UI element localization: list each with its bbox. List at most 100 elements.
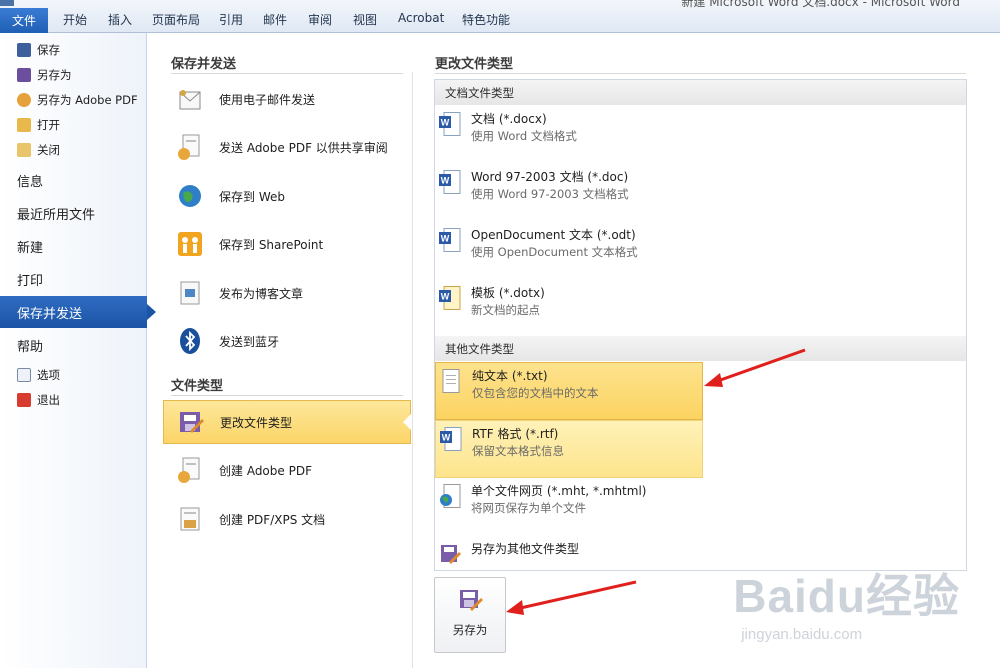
nav-info[interactable]: 信息 bbox=[0, 164, 147, 196]
svg-text:W: W bbox=[441, 234, 450, 244]
tab-home[interactable]: 开始 bbox=[63, 11, 87, 28]
docx-type[interactable]: W 文档 (*.docx) 使用 Word 文档格式 bbox=[435, 106, 703, 164]
pdf-icon bbox=[17, 93, 31, 107]
doc-desc: 使用 Word 97-2003 文档格式 bbox=[471, 187, 629, 201]
change-type-icon bbox=[180, 412, 204, 433]
create-pdf-item[interactable]: 创建 Adobe PDF bbox=[163, 448, 411, 492]
change-file-type-label: 更改文件类型 bbox=[220, 415, 293, 430]
save-as-icon bbox=[460, 590, 483, 611]
word-doc-icon: W bbox=[439, 112, 461, 136]
mht-type[interactable]: 单个文件网页 (*.mht, *.mhtml) 将网页保存为单个文件 bbox=[435, 478, 703, 536]
blog-icon bbox=[180, 281, 200, 305]
txt-name: 纯文本 (*.txt) bbox=[472, 369, 548, 383]
exit-label: 退出 bbox=[37, 393, 60, 407]
doc-97-2003-type[interactable]: W Word 97-2003 文档 (*.doc) 使用 Word 97-200… bbox=[435, 164, 703, 222]
change-file-type-item[interactable]: 更改文件类型 bbox=[163, 400, 411, 444]
annotation-arrow-saveas bbox=[506, 580, 637, 615]
text-file-icon bbox=[442, 369, 460, 393]
options-label: 选项 bbox=[37, 368, 60, 382]
svg-text:W: W bbox=[442, 433, 451, 443]
right-heading-rule bbox=[435, 73, 966, 74]
tab-acrobat[interactable]: Acrobat bbox=[398, 11, 444, 25]
save-as-pdf-command[interactable]: 另存为 Adobe PDF bbox=[17, 90, 138, 110]
send-email-label: 使用电子邮件发送 bbox=[219, 92, 316, 107]
nav-recent[interactable]: 最近所用文件 bbox=[0, 197, 147, 229]
tab-references[interactable]: 引用 bbox=[219, 11, 243, 28]
send-email-item[interactable]: 使用电子邮件发送 bbox=[163, 77, 411, 121]
ribbon-tab-bar: 新建 Microsoft Word 文档.docx - Microsoft Wo… bbox=[0, 0, 1000, 33]
pdf-share-icon bbox=[178, 134, 200, 160]
create-pdf-icon bbox=[178, 457, 200, 483]
save-to-web-item[interactable]: 保存到 Web bbox=[163, 174, 411, 218]
rtf-type[interactable]: W RTF 格式 (*.rtf) 保留文本格式信息 bbox=[435, 420, 703, 478]
svg-text:W: W bbox=[441, 176, 450, 186]
create-pdf-xps-item[interactable]: 创建 PDF/XPS 文档 bbox=[163, 497, 411, 541]
column-divider bbox=[412, 72, 413, 668]
send-pdf-share-item[interactable]: 发送 Adobe PDF 以供共享审阅 bbox=[163, 125, 411, 169]
word-doc-icon: W bbox=[439, 228, 461, 252]
web-page-icon bbox=[440, 484, 461, 508]
docx-name: 文档 (*.docx) bbox=[471, 112, 547, 126]
nav-print[interactable]: 打印 bbox=[0, 263, 147, 295]
save-to-sharepoint-item[interactable]: 保存到 SharePoint bbox=[163, 222, 411, 266]
odt-name: OpenDocument 文本 (*.odt) bbox=[471, 228, 636, 242]
word-doc-icon: W bbox=[440, 427, 462, 451]
save-as-button[interactable]: 另存为 bbox=[434, 577, 506, 653]
odt-type[interactable]: W OpenDocument 文本 (*.odt) 使用 OpenDocumen… bbox=[435, 222, 703, 280]
txt-type[interactable]: 纯文本 (*.txt) 仅包含您的文档中的文本 bbox=[435, 362, 703, 420]
nav-save-and-send[interactable]: 保存并发送 bbox=[0, 296, 156, 328]
tab-special[interactable]: 特色功能 bbox=[462, 11, 510, 28]
mht-desc: 将网页保存为单个文件 bbox=[471, 501, 586, 515]
options-icon bbox=[17, 368, 31, 382]
save-as-label: 另存为 bbox=[37, 68, 72, 82]
bluetooth-icon bbox=[180, 328, 200, 354]
file-types-rule bbox=[171, 395, 403, 396]
options-command[interactable]: 选项 bbox=[17, 365, 60, 385]
exit-icon bbox=[17, 393, 31, 407]
tab-page-layout[interactable]: 页面布局 bbox=[152, 11, 200, 28]
document-types-group: 文档文件类型 bbox=[435, 80, 966, 105]
save-to-sharepoint-label: 保存到 SharePoint bbox=[219, 237, 324, 252]
change-file-type-heading: 更改文件类型 bbox=[435, 57, 514, 72]
tab-review[interactable]: 审阅 bbox=[308, 11, 332, 28]
save-as-icon bbox=[17, 68, 31, 82]
backstage-nav: 保存 另存为 另存为 Adobe PDF 打开 关闭 信息 最近所用文件 新建 … bbox=[0, 33, 156, 668]
file-types-heading: 文件类型 bbox=[171, 379, 224, 394]
dotx-name: 模板 (*.dotx) bbox=[471, 286, 545, 300]
other-format-name: 另存为其他文件类型 bbox=[471, 542, 580, 556]
save-as-other-icon bbox=[441, 545, 461, 564]
mht-name: 单个文件网页 (*.mht, *.mhtml) bbox=[471, 484, 647, 498]
tab-view[interactable]: 视图 bbox=[353, 11, 377, 28]
dotx-type[interactable]: W 模板 (*.dotx) 新文档的起点 bbox=[435, 280, 703, 338]
publish-blog-item[interactable]: 发布为博客文章 bbox=[163, 271, 411, 315]
tab-file[interactable]: 文件 bbox=[0, 8, 48, 33]
quick-access-icon[interactable] bbox=[0, 0, 14, 6]
watermark-brand: Baidu经验 bbox=[733, 570, 960, 622]
svg-text:W: W bbox=[441, 118, 450, 128]
save-as-button-label: 另存为 bbox=[452, 623, 488, 637]
sharepoint-icon bbox=[178, 232, 202, 256]
tab-mailings[interactable]: 邮件 bbox=[263, 11, 287, 28]
save-as-command[interactable]: 另存为 bbox=[17, 65, 72, 85]
word-template-icon: W bbox=[439, 286, 461, 310]
nav-help[interactable]: 帮助 bbox=[0, 329, 147, 361]
exit-command[interactable]: 退出 bbox=[17, 390, 60, 410]
other-format-type[interactable]: 另存为其他文件类型 bbox=[435, 536, 703, 570]
globe-icon bbox=[179, 185, 201, 207]
svg-text:W: W bbox=[441, 292, 450, 302]
close-command[interactable]: 关闭 bbox=[17, 140, 60, 160]
baidu-watermark: Baidu经验 jingyan.baidu.com bbox=[733, 560, 960, 643]
open-command[interactable]: 打开 bbox=[17, 115, 60, 135]
send-bluetooth-label: 发送到蓝牙 bbox=[219, 334, 280, 349]
odt-desc: 使用 OpenDocument 文本格式 bbox=[471, 245, 638, 259]
send-bluetooth-item[interactable]: 发送到蓝牙 bbox=[163, 319, 411, 363]
nav-new[interactable]: 新建 bbox=[0, 230, 147, 262]
save-command[interactable]: 保存 bbox=[17, 40, 60, 60]
tab-insert[interactable]: 插入 bbox=[108, 11, 132, 28]
rtf-desc: 保留文本格式信息 bbox=[472, 444, 564, 458]
send-pdf-share-label: 发送 Adobe PDF 以供共享审阅 bbox=[219, 140, 388, 155]
close-label: 关闭 bbox=[37, 143, 60, 157]
open-label: 打开 bbox=[37, 118, 60, 132]
xps-icon bbox=[180, 507, 200, 531]
save-to-web-label: 保存到 Web bbox=[219, 189, 285, 204]
